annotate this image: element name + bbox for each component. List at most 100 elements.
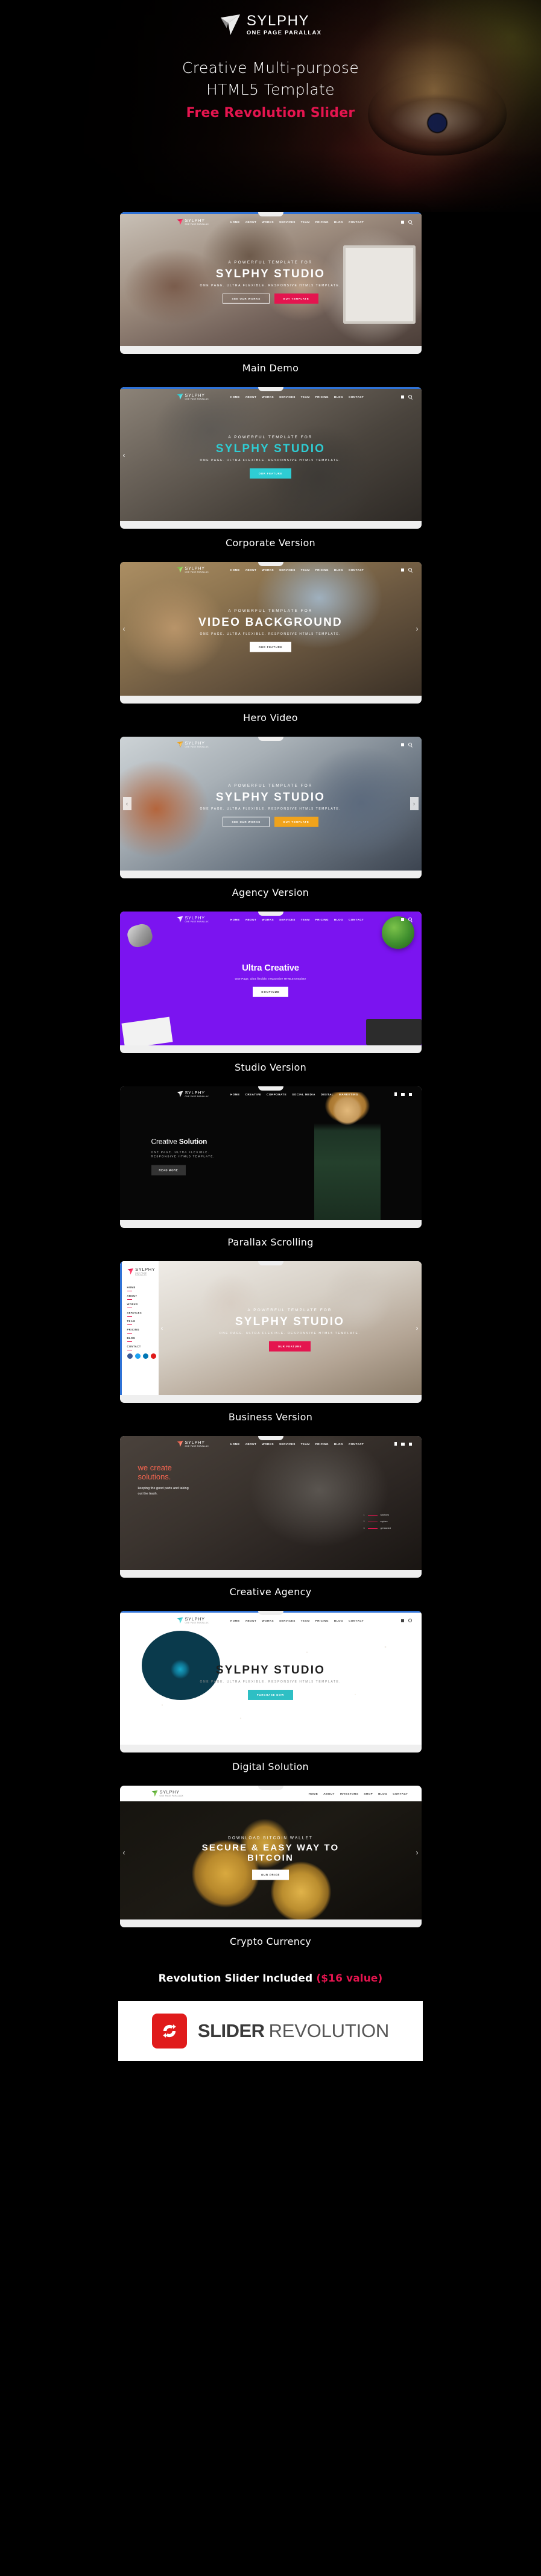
facebook-icon[interactable] (394, 1442, 397, 1446)
carousel-prev-arrow[interactable]: ‹ (161, 1324, 163, 1332)
browser-frame[interactable]: SYLPHY ONE PAGE PARALLAX HOME CREATIVE C… (119, 1086, 422, 1228)
menu-item[interactable]: TEAM (127, 1320, 159, 1325)
carousel-prev-arrow[interactable]: ‹ (123, 625, 125, 632)
menu-item[interactable]: PRICING (127, 1328, 159, 1334)
demo-item-studio-version[interactable]: SYLPHY ONE PAGE PARALLAX HOME ABOUT WORK… (0, 912, 541, 1086)
menu-item[interactable]: HOME (230, 395, 240, 398)
buy-template-button[interactable]: BUY TEMPLATE (274, 817, 318, 828)
demo-item-parallax-scrolling[interactable]: SYLPHY ONE PAGE PARALLAX HOME CREATIVE C… (0, 1086, 541, 1261)
menu-item[interactable]: SERVICES (279, 918, 296, 921)
menu-item[interactable]: CONTACT (127, 1345, 159, 1350)
browser-frame[interactable]: SYLPHY ONE PAGE PARALLAX HOME ABOUT WORK… (119, 912, 422, 1053)
menu-item[interactable]: SERVICES (279, 1619, 296, 1622)
linkedin-icon[interactable] (408, 1442, 412, 1446)
step-item[interactable]: 3 get started (364, 1527, 413, 1529)
preview-nav-icons[interactable] (394, 1092, 412, 1096)
menu-item[interactable]: CONTACT (349, 1619, 364, 1622)
preview-nav-icons[interactable] (400, 568, 412, 572)
menu-item[interactable]: WORKS (127, 1303, 159, 1308)
preview-menu[interactable]: HOME ABOUT WORKS SERVICES TEAM PRICING B… (230, 918, 364, 921)
menu-item[interactable]: PRICING (315, 1619, 329, 1622)
grid-icon[interactable] (400, 568, 404, 572)
menu-item[interactable]: CONTACT (349, 918, 364, 921)
step-item[interactable]: 2 explore (364, 1520, 413, 1523)
grid-icon[interactable] (400, 743, 404, 746)
menu-item[interactable]: SERVICES (279, 395, 296, 398)
menu-item[interactable]: PRICING (315, 918, 329, 921)
demo-item-agency-version[interactable]: SYLPHY ONE PAGE PARALLAX ‹ › A POWERFUL … (0, 737, 541, 912)
carousel-next-arrow[interactable]: › (416, 625, 419, 632)
search-icon[interactable] (408, 395, 412, 398)
purchase-now-button[interactable]: PURCHASE NOW (247, 1689, 294, 1700)
youtube-icon[interactable] (150, 1353, 156, 1359)
menu-item[interactable]: BLOG (334, 395, 343, 398)
menu-item[interactable]: BLOG (334, 221, 343, 224)
browser-frame[interactable]: SYLPHY ONE PAGE PARALLAX HOME ABOUT WORK… (119, 212, 422, 354)
demo-item-hero-video[interactable]: SYLPHY ONE PAGE PARALLAX HOME ABOUT WORK… (0, 562, 541, 737)
menu-item[interactable]: TEAM (301, 568, 310, 572)
menu-item[interactable]: PRICING (315, 221, 329, 224)
menu-item[interactable]: SERVICES (279, 221, 296, 224)
demo-item-creative-agency[interactable]: SYLPHY ONE PAGE PARALLAX HOME ABOUT WORK… (0, 1436, 541, 1611)
menu-item[interactable]: ABOUT (323, 1792, 335, 1795)
menu-item[interactable]: TEAM (301, 1443, 310, 1446)
demo-item-main-demo[interactable]: SYLPHY ONE PAGE PARALLAX HOME ABOUT WORK… (0, 212, 541, 387)
menu-item[interactable]: CONTACT (349, 1443, 364, 1446)
read-more-button[interactable]: READ MORE (151, 1165, 186, 1176)
menu-item[interactable]: HOME (127, 1286, 159, 1291)
demo-item-crypto-currency[interactable]: SYLPHY ONE PAGE PARALLAX HOME ABOUT INVE… (0, 1786, 541, 1960)
our-feature-button[interactable]: OUR FEATURE (249, 468, 292, 479)
our-price-button[interactable]: OUR PRICE (252, 1869, 289, 1880)
menu-item[interactable]: HOME (230, 221, 240, 224)
carousel-next-arrow[interactable]: › (416, 1849, 419, 1856)
menu-item[interactable]: CREATIVE (245, 1093, 262, 1096)
preview-menu[interactable]: HOME ABOUT INVESTORS SHOP BLOG CONTACT (309, 1792, 408, 1795)
demo-item-digital-solution[interactable]: SYLPHY ONE PAGE PARALLAX HOME ABOUT WORK… (0, 1611, 541, 1786)
demo-item-business-version[interactable]: SYLPHY ONE PAGE PARALLAX HOME ABOUT WORK… (0, 1261, 541, 1436)
menu-item[interactable]: HOME (230, 918, 240, 921)
menu-item[interactable]: WORKS (262, 221, 274, 224)
preview-nav-icons[interactable] (394, 1442, 412, 1446)
buy-template-button[interactable]: BUY TEMPLATE (274, 293, 318, 304)
menu-item[interactable]: TEAM (301, 221, 310, 224)
browser-frame[interactable]: SYLPHY ONE PAGE PARALLAX HOME ABOUT WORK… (119, 1436, 422, 1578)
search-icon[interactable] (408, 220, 412, 224)
preview-menu[interactable]: HOME ABOUT WORKS SERVICES TEAM PRICING B… (230, 395, 364, 398)
menu-item[interactable]: PRICING (315, 395, 329, 398)
carousel-next-arrow[interactable]: › (416, 1324, 419, 1332)
menu-item[interactable]: BLOG (334, 918, 343, 921)
menu-item[interactable]: ABOUT (245, 1619, 257, 1622)
menu-item[interactable]: MARKETING (339, 1093, 358, 1096)
menu-item[interactable]: WORKS (262, 1443, 274, 1446)
menu-item[interactable]: ABOUT (127, 1294, 159, 1300)
preview-nav-icons[interactable] (400, 743, 412, 746)
preview-social-links[interactable] (127, 1353, 159, 1359)
menu-item[interactable]: WORKS (262, 568, 274, 572)
menu-item[interactable]: SERVICES (279, 568, 296, 572)
see-works-button[interactable]: SEE OUR WORKS (223, 817, 270, 828)
linkedin-icon[interactable] (142, 1353, 148, 1359)
menu-item[interactable]: ABOUT (245, 568, 257, 572)
menu-item[interactable]: DIGITAL (321, 1093, 334, 1096)
preview-menu[interactable]: HOME CREATIVE CORPORATE SOCIAL MEDIA DIG… (230, 1093, 358, 1096)
preview-menu[interactable]: HOME ABOUT WORKS SERVICES TEAM PRICING B… (230, 221, 364, 224)
grid-icon[interactable] (400, 918, 404, 921)
menu-item[interactable]: BLOG (334, 568, 343, 572)
browser-frame[interactable]: SYLPHY ONE PAGE PARALLAX HOME ABOUT INVE… (119, 1786, 422, 1927)
our-feature-button[interactable]: OUR FEATURE (249, 642, 292, 653)
menu-item[interactable]: HOME (230, 568, 240, 572)
search-icon[interactable] (408, 1619, 412, 1622)
carousel-prev-arrow[interactable]: ‹ (122, 797, 131, 810)
browser-frame[interactable]: SYLPHY ONE PAGE PARALLAX HOME ABOUT WORK… (119, 387, 422, 529)
preview-nav-icons[interactable] (400, 220, 412, 224)
twitter-icon[interactable] (134, 1353, 141, 1359)
menu-item[interactable]: CONTACT (349, 568, 364, 572)
preview-nav-icons[interactable] (400, 918, 412, 921)
carousel-next-arrow[interactable]: › (410, 797, 419, 810)
preview-menu[interactable]: HOME ABOUT WORKS SERVICES TEAM PRICING B… (230, 568, 364, 572)
search-icon[interactable] (408, 918, 412, 921)
twitter-icon[interactable] (400, 1442, 405, 1446)
menu-item[interactable]: SOCIAL MEDIA (292, 1093, 315, 1096)
facebook-icon[interactable] (394, 1092, 397, 1096)
menu-item[interactable]: HOME (230, 1619, 240, 1622)
